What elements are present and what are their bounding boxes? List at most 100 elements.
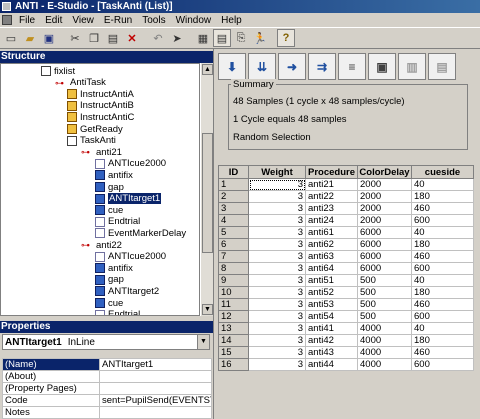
table-cell[interactable]: 40 — [411, 322, 474, 335]
structure-tree[interactable]: fixlist ⊶ AntiTask InstructAntiA InstructAnt… — [0, 63, 200, 316]
tree-item[interactable]: InstructAntiA — [67, 88, 134, 100]
table-cell[interactable]: 3 — [248, 334, 306, 347]
menu-edit[interactable]: Edit — [40, 15, 67, 26]
add-level-icon[interactable]: ⬇ — [218, 53, 246, 80]
table-cell[interactable]: 3 — [248, 286, 306, 299]
property-value[interactable]: ANTItarget1 — [99, 358, 212, 371]
table-cell[interactable]: 180 — [411, 190, 474, 203]
table-row[interactable]: 4 3 anti24 2000 600 — [218, 214, 474, 227]
table-row[interactable]: 13 3 anti41 4000 40 — [218, 322, 474, 335]
property-pages-icon[interactable]: ▣ — [368, 53, 396, 80]
paste-icon[interactable]: ▤ — [104, 29, 122, 47]
menu-file[interactable]: File — [14, 15, 40, 26]
column-header[interactable]: Weight — [248, 165, 306, 179]
tree-item[interactable]: cue — [95, 297, 123, 309]
table-cell[interactable]: 3 — [248, 226, 306, 239]
summary-view-icon[interactable]: ≡ — [338, 53, 366, 80]
remove-level-icon[interactable]: ▥ — [398, 53, 426, 80]
table-row[interactable]: 7 3 anti63 6000 460 — [218, 250, 474, 263]
add-attribute-icon[interactable]: ➜ — [278, 53, 306, 80]
table-row[interactable]: 16 3 anti44 4000 600 — [218, 358, 474, 371]
table-cell[interactable]: 2000 — [357, 214, 412, 227]
table-cell[interactable]: 6000 — [357, 226, 412, 239]
table-cell[interactable]: 180 — [411, 334, 474, 347]
tree-item[interactable]: ⊶ anti21 — [81, 146, 122, 158]
add-multiple-attributes-icon[interactable]: ⇉ — [308, 53, 336, 80]
cut-icon[interactable]: ✂ — [66, 29, 84, 47]
tree-item[interactable]: ANTItarget2 — [95, 285, 159, 297]
table-cell[interactable]: anti44 — [305, 358, 358, 371]
table-cell[interactable]: 3 — [248, 322, 306, 335]
table-cell[interactable]: 3 — [248, 346, 306, 359]
document-icon[interactable] — [2, 15, 12, 25]
menu-view[interactable]: View — [67, 15, 99, 26]
property-row[interactable]: Notes — [2, 406, 212, 419]
property-row[interactable]: (Property Pages) — [2, 382, 212, 395]
help-icon[interactable]: ? — [277, 29, 295, 47]
table-cell[interactable]: 600 — [411, 358, 474, 371]
table-cell[interactable]: 180 — [411, 238, 474, 251]
table-cell[interactable]: 500 — [357, 298, 412, 311]
table-cell[interactable]: 4000 — [357, 334, 412, 347]
tree-item[interactable]: ANTIcue2000 — [95, 158, 166, 170]
property-value[interactable] — [99, 370, 212, 383]
table-cell[interactable]: 3 — [248, 190, 306, 203]
table-cell[interactable]: 600 — [411, 262, 474, 275]
table-cell[interactable]: 3 — [248, 310, 306, 323]
remove-attribute-icon[interactable]: ▤ — [428, 53, 456, 80]
table-cell[interactable]: 3 — [248, 202, 306, 215]
table-row[interactable]: 5 3 anti61 6000 40 — [218, 226, 474, 239]
property-row[interactable]: (About) — [2, 370, 212, 383]
new-file-icon[interactable]: ▭ — [2, 29, 20, 47]
table-row[interactable]: 15 3 anti43 4000 460 — [218, 346, 474, 359]
tree-item[interactable]: EventMarkerDelay — [95, 227, 186, 239]
save-icon[interactable]: ▣ — [40, 29, 58, 47]
table-cell[interactable]: 4000 — [357, 358, 412, 371]
table-cell[interactable]: 4000 — [357, 346, 412, 359]
table-cell[interactable]: 500 — [357, 310, 412, 323]
table-cell[interactable]: 3 — [248, 298, 306, 311]
tree-item[interactable]: antifix — [95, 169, 133, 181]
table-row[interactable]: 8 3 anti64 6000 600 — [218, 262, 474, 275]
table-cell[interactable]: anti43 — [305, 346, 358, 359]
property-row[interactable]: (Name) ANTItarget1 — [2, 358, 212, 371]
table-cell[interactable]: anti61 — [305, 226, 358, 239]
table-cell[interactable]: anti51 — [305, 274, 358, 287]
table-row[interactable]: 9 3 anti51 500 40 — [218, 274, 474, 287]
tree-item[interactable]: ANTIcue2000 — [95, 251, 166, 263]
menu-help[interactable]: Help — [216, 15, 247, 26]
table-cell[interactable]: 3 — [248, 214, 306, 227]
menu-window[interactable]: Window — [171, 15, 217, 26]
table-cell[interactable]: 3 — [248, 274, 306, 287]
tree-item[interactable]: gap — [95, 274, 124, 286]
table-cell[interactable]: anti52 — [305, 286, 358, 299]
table-cell[interactable]: 6000 — [357, 262, 412, 275]
tree-item[interactable]: Endtrial — [95, 216, 140, 228]
table-cell[interactable]: 460 — [411, 250, 474, 263]
table-cell[interactable]: 3 — [248, 250, 306, 263]
table-cell[interactable]: 2000 — [357, 190, 412, 203]
table-cell[interactable]: 3 — [248, 238, 306, 251]
tree-item[interactable]: antifix — [95, 262, 133, 274]
tree-item[interactable]: cue — [95, 204, 123, 216]
table-cell[interactable]: 600 — [411, 214, 474, 227]
table-cell[interactable]: anti62 — [305, 238, 358, 251]
scroll-thumb[interactable] — [202, 133, 213, 253]
table-cell[interactable]: 2000 — [357, 178, 412, 191]
table-cell[interactable]: anti42 — [305, 334, 358, 347]
open-folder-icon[interactable]: ▰ — [21, 29, 39, 47]
table-cell[interactable]: anti64 — [305, 262, 358, 275]
pane-splitter[interactable] — [213, 49, 217, 419]
table-row[interactable]: 6 3 anti62 6000 180 — [218, 238, 474, 251]
table-cell[interactable]: 460 — [411, 202, 474, 215]
table-row[interactable]: 11 3 anti53 500 460 — [218, 298, 474, 311]
tree-item[interactable]: ⊶ anti22 — [81, 239, 122, 251]
tree-item[interactable]: InstructAntiB — [67, 100, 134, 112]
property-value[interactable]: sent=PupilSend(EVENTSTR — [99, 394, 212, 407]
table-cell[interactable]: anti23 — [305, 202, 358, 215]
table-cell[interactable]: 40 — [411, 274, 474, 287]
tree-item[interactable]: GetReady — [67, 123, 123, 135]
table-cell[interactable]: 4000 — [357, 322, 412, 335]
tree-item[interactable]: ANTItarget1 — [95, 193, 162, 205]
table-row[interactable]: 14 3 anti42 4000 180 — [218, 334, 474, 347]
